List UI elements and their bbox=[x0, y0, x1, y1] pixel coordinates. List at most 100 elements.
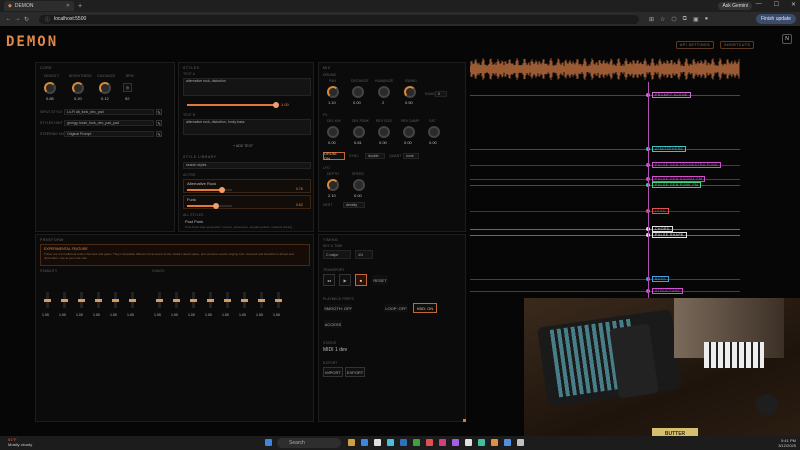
style-list-item[interactable]: Post Punk bbox=[185, 219, 203, 224]
latent-fader[interactable] bbox=[275, 292, 282, 308]
edit-icon[interactable]: ✎ bbox=[156, 131, 162, 137]
style-weight-slider[interactable] bbox=[187, 187, 232, 193]
start-icon[interactable] bbox=[265, 439, 272, 446]
reverb-damp-knob[interactable] bbox=[403, 126, 415, 138]
minimize-icon[interactable]: — bbox=[756, 1, 762, 8]
track-label[interactable]: PULSE SHAPE bbox=[652, 232, 687, 238]
rewind-button[interactable]: ◂◂ bbox=[323, 274, 335, 286]
text-b-input[interactable]: alternative rock, distortion, funky bass bbox=[183, 119, 311, 135]
keyboard-toggle[interactable]: KBD: ON bbox=[413, 303, 437, 313]
latent-fader[interactable] bbox=[241, 292, 248, 308]
taskbar-app-icon[interactable] bbox=[348, 439, 355, 446]
latent-fader[interactable] bbox=[258, 292, 265, 308]
play-button[interactable]: ▶ bbox=[339, 274, 351, 286]
style-search-input[interactable]: search styles bbox=[183, 162, 311, 169]
latent-fader[interactable] bbox=[129, 292, 136, 308]
close-tab-icon[interactable]: ✕ bbox=[66, 3, 70, 9]
lfo-dest-select[interactable]: density bbox=[343, 202, 365, 208]
bpm-icon[interactable]: ◎ bbox=[123, 83, 132, 92]
lfo-speed-knob[interactable] bbox=[353, 179, 365, 191]
humanize-knob[interactable] bbox=[378, 86, 390, 98]
loop-toggle[interactable]: LOOP: OFF bbox=[383, 303, 409, 313]
api-settings-button[interactable]: API SETTINGS bbox=[676, 41, 715, 49]
address-bar[interactable]: ⓘ localhost:5500 bbox=[39, 14, 639, 24]
playhead[interactable] bbox=[648, 82, 649, 312]
latent-fader[interactable] bbox=[78, 292, 85, 308]
track-label[interactable]: PROMPT SCENE bbox=[652, 92, 691, 98]
reverb-size-knob[interactable] bbox=[378, 126, 390, 138]
back-icon[interactable]: ← bbox=[4, 16, 13, 22]
sidepanel-icon[interactable]: ▣ bbox=[693, 16, 699, 23]
latent-fader[interactable] bbox=[156, 292, 163, 308]
profile-icon[interactable]: ● bbox=[705, 16, 709, 23]
track-label[interactable]: LEAD bbox=[652, 208, 669, 214]
taskbar-app-icon[interactable] bbox=[400, 439, 407, 446]
taskbar-app-icon[interactable] bbox=[465, 439, 472, 446]
weather-widget[interactable]: 61°F Mostly cloudy bbox=[8, 437, 32, 447]
clock[interactable]: 9:41 PM 3/12/2025 bbox=[778, 438, 796, 448]
export-button[interactable]: EXPORT bbox=[345, 367, 365, 377]
track-label[interactable]: STRUCTURE bbox=[652, 288, 684, 294]
extensions-puzzle-icon[interactable]: ⧉ bbox=[683, 16, 687, 23]
taskbar-app-icon[interactable] bbox=[517, 439, 524, 446]
latent-fader[interactable] bbox=[173, 292, 180, 308]
latent-fader[interactable] bbox=[207, 292, 214, 308]
taskbar-app-icon[interactable] bbox=[426, 439, 433, 446]
latent-fader[interactable] bbox=[224, 292, 231, 308]
bookmark-star-icon[interactable]: ☆ bbox=[660, 16, 665, 23]
taskbar-search[interactable]: Search bbox=[277, 438, 341, 448]
close-window-icon[interactable]: ✕ bbox=[791, 1, 796, 8]
account-icon[interactable]: N bbox=[782, 34, 792, 44]
forward-icon[interactable]: → bbox=[13, 16, 22, 22]
site-info-icon[interactable]: ⓘ bbox=[45, 16, 50, 23]
quantize-select[interactable]: none bbox=[403, 153, 419, 159]
taskbar-app-icon[interactable] bbox=[439, 439, 446, 446]
lfo-depth-knob[interactable] bbox=[327, 179, 339, 191]
resize-handle[interactable] bbox=[463, 419, 466, 422]
swing-knob[interactable] bbox=[404, 86, 416, 98]
taskbar-app-icon[interactable] bbox=[478, 439, 485, 446]
drum-toggle-button[interactable]: DRUM: ON bbox=[323, 151, 345, 161]
edit-icon[interactable]: ✎ bbox=[156, 120, 162, 126]
reload-icon[interactable]: ↻ bbox=[22, 16, 31, 23]
translate-icon[interactable]: ⊞ bbox=[649, 16, 654, 23]
add-text-button[interactable]: + ADD TEXT bbox=[233, 144, 253, 148]
active-style-item[interactable]: Alternative Rock 0.76 bbox=[183, 179, 311, 193]
browser-tab[interactable]: ◆ DEMON ✕ bbox=[4, 1, 74, 11]
taskbar-app-icon[interactable] bbox=[504, 439, 511, 446]
latent-fader[interactable] bbox=[44, 292, 51, 308]
range-select[interactable]: 0 bbox=[435, 91, 447, 97]
new-tab-icon[interactable]: + bbox=[78, 3, 82, 10]
ask-gemini-button[interactable]: Ask Gemini bbox=[718, 2, 752, 10]
latent-fader[interactable] bbox=[190, 292, 197, 308]
track-label[interactable]: PULSE GEN ORCHESTRA FUNK bbox=[652, 162, 721, 168]
style-weight-slider[interactable] bbox=[187, 203, 232, 209]
styles-hint-field[interactable]: grungy, trash_funk_dec_pad_pad bbox=[64, 120, 154, 126]
taskbar-app-icon[interactable] bbox=[491, 439, 498, 446]
density-knob[interactable] bbox=[44, 82, 56, 94]
text-a-input[interactable]: alternative rock, distortion bbox=[183, 78, 311, 96]
track-label[interactable]: BASS bbox=[652, 276, 669, 282]
pan-knob[interactable] bbox=[327, 86, 339, 98]
taskbar-app-icon[interactable] bbox=[361, 439, 368, 446]
smooth-toggle[interactable]: SMOOTH: OFF bbox=[323, 303, 353, 313]
stop-button[interactable]: ■ bbox=[355, 274, 367, 286]
time-signature-select[interactable]: 4/4 bbox=[355, 250, 373, 259]
reset-button[interactable]: RESET bbox=[371, 274, 389, 286]
taskbar-app-icon[interactable] bbox=[374, 439, 381, 446]
brightness-knob[interactable] bbox=[72, 82, 84, 94]
sync-select[interactable]: double bbox=[365, 153, 385, 159]
text-weight-slider[interactable] bbox=[187, 102, 279, 108]
latent-fader[interactable] bbox=[112, 292, 119, 308]
key-select[interactable]: C major bbox=[323, 250, 351, 259]
access-button[interactable]: ACCESS bbox=[323, 319, 343, 329]
track-label[interactable]: ATMOSPHERE bbox=[652, 146, 687, 152]
shortcuts-button[interactable]: SHORTCUTS bbox=[720, 41, 755, 49]
latent-fader[interactable] bbox=[95, 292, 102, 308]
extension-icon[interactable]: ⬡ bbox=[671, 16, 676, 23]
edit-icon[interactable]: ✎ bbox=[156, 109, 162, 115]
saturation-knob[interactable] bbox=[428, 126, 440, 138]
active-style-item[interactable]: Funk 0.62 bbox=[183, 195, 311, 209]
maximize-icon[interactable]: ☐ bbox=[774, 1, 779, 8]
track-label[interactable]: PULSE GEN FUNK FM bbox=[652, 182, 702, 188]
